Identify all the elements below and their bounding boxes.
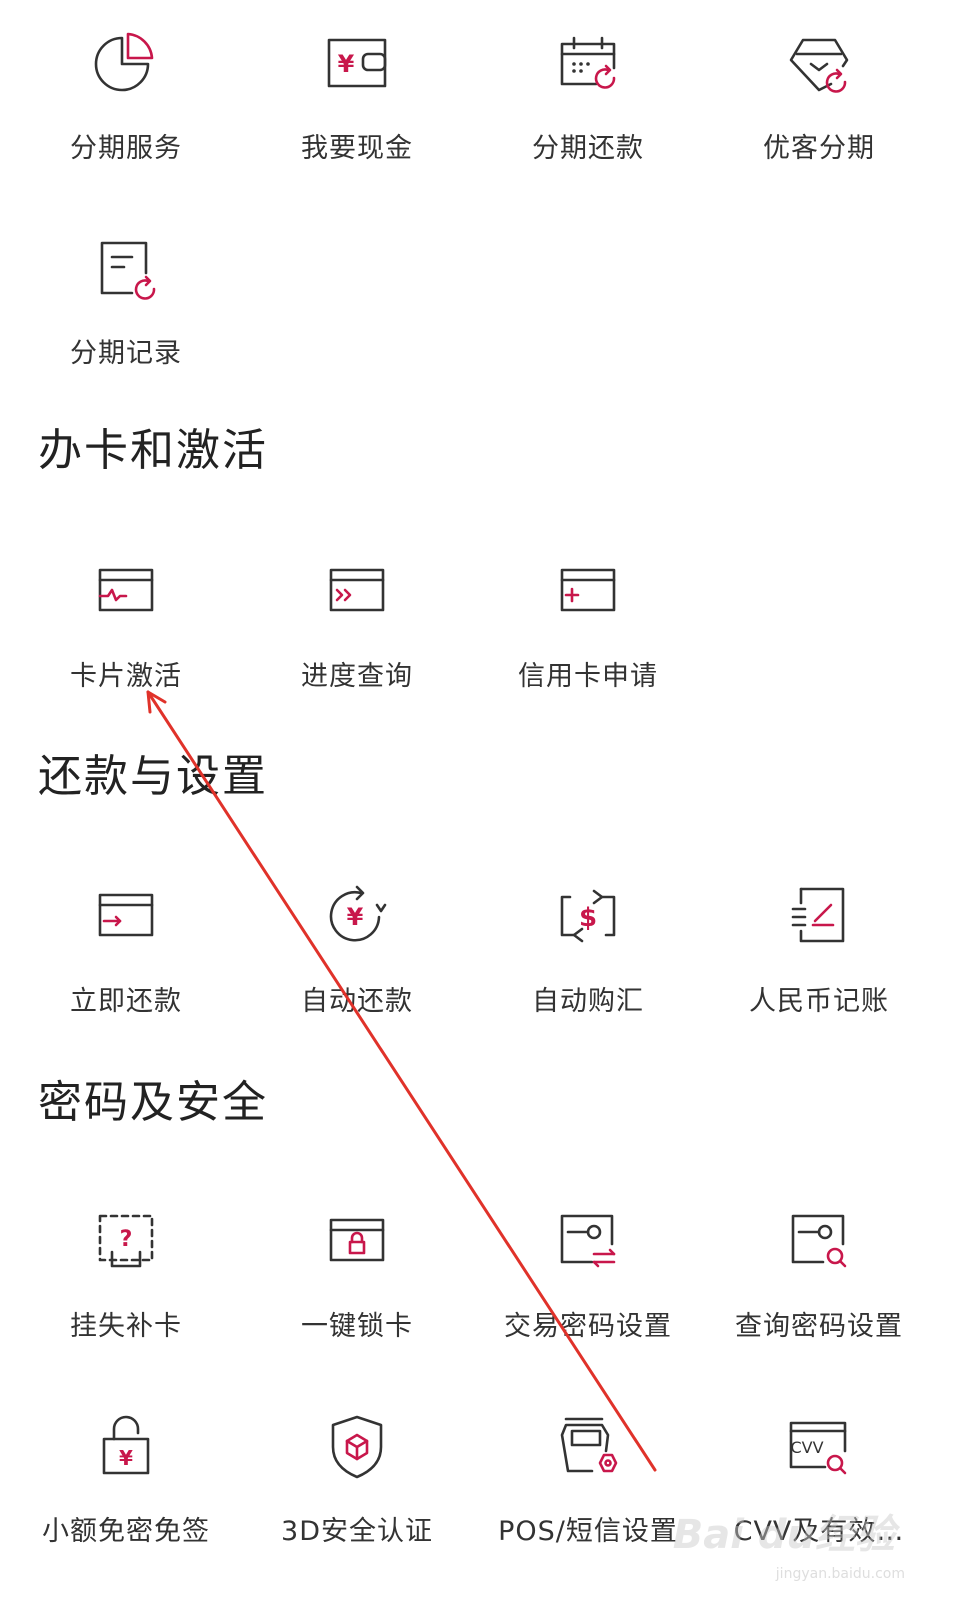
item-youke-installment[interactable]: 优客分期 <box>699 12 939 182</box>
item-label: 挂失补卡 <box>70 1311 182 1342</box>
svg-text:$: $ <box>579 903 597 933</box>
item-label: 自动购汇 <box>532 986 644 1017</box>
pie-chart-icon <box>94 32 154 92</box>
item-installment-records[interactable]: 分期记录 <box>6 217 246 387</box>
card-forward-icon <box>329 568 385 612</box>
section-title-password-security: 密码及安全 <box>38 1077 268 1128</box>
item-card-activation[interactable]: 卡片激活 <box>6 540 246 710</box>
watermark: Bai du经验 <box>672 1512 895 1558</box>
item-label: 分期记录 <box>70 338 182 369</box>
item-label: 优客分期 <box>763 133 875 164</box>
item-label: 卡片激活 <box>70 661 182 692</box>
item-one-click-lock[interactable]: 一键锁卡 <box>237 1190 477 1360</box>
item-small-password-free[interactable]: ¥ 小额免密免签 <box>6 1395 246 1565</box>
svg-text:¥: ¥ <box>338 50 355 78</box>
svg-text:?: ? <box>120 1227 133 1252</box>
yuan-cycle-icon: ¥ <box>329 885 387 942</box>
padlock-yuan-icon: ¥ <box>102 1415 150 1475</box>
item-label: 我要现金 <box>301 133 413 164</box>
item-label: 分期还款 <box>532 133 644 164</box>
item-label: 自动还款 <box>301 986 413 1017</box>
item-label: 一键锁卡 <box>301 1311 413 1342</box>
item-query-password[interactable]: 查询密码设置 <box>699 1190 939 1360</box>
item-label: 交易密码设置 <box>504 1311 672 1342</box>
card-pulse-icon <box>98 568 154 612</box>
watermark-url: jingyan.baidu.com <box>775 1566 905 1582</box>
svg-text:¥: ¥ <box>119 1446 133 1470</box>
wallet-yuan-icon: ¥ <box>327 38 387 88</box>
diamond-refresh-icon <box>789 38 849 93</box>
section-title-card-activation: 办卡和激活 <box>38 425 268 476</box>
svg-text:¥: ¥ <box>347 903 364 931</box>
svg-text:CVV: CVV <box>790 1438 823 1457</box>
item-report-loss[interactable]: ? 挂失补卡 <box>6 1190 246 1360</box>
item-credit-card-application[interactable]: 信用卡申请 <box>468 540 708 710</box>
item-auto-repay[interactable]: ¥ 自动还款 <box>237 865 477 1035</box>
card-lock-icon <box>329 1218 385 1262</box>
section-title-repayment-settings: 还款与设置 <box>38 751 268 802</box>
item-auto-forex[interactable]: $ 自动购汇 <box>468 865 708 1035</box>
item-label: 3D安全认证 <box>281 1516 433 1547</box>
item-label: POS/短信设置 <box>498 1516 678 1547</box>
key-search-icon <box>791 1214 847 1268</box>
dollar-exchange-icon: $ <box>560 889 616 943</box>
key-exchange-icon <box>560 1214 616 1268</box>
shield-cube-icon <box>331 1415 383 1479</box>
cvv-search-icon: CVV <box>789 1421 847 1475</box>
card-question-icon: ? <box>98 1214 154 1268</box>
item-label: 进度查询 <box>301 661 413 692</box>
calendar-refresh-icon <box>560 36 616 89</box>
item-installment-service[interactable]: 分期服务 <box>6 12 246 182</box>
item-repay-now[interactable]: 立即还款 <box>6 865 246 1035</box>
item-label: 小额免密免签 <box>42 1516 210 1547</box>
item-label: 立即还款 <box>70 986 182 1017</box>
card-plus-icon <box>560 568 616 612</box>
item-label: 人民币记账 <box>749 986 889 1017</box>
item-3d-secure[interactable]: 3D安全认证 <box>237 1395 477 1565</box>
item-label: 查询密码设置 <box>735 1311 903 1342</box>
ledger-pen-icon <box>791 887 845 943</box>
item-transaction-password[interactable]: 交易密码设置 <box>468 1190 708 1360</box>
item-progress-query[interactable]: 进度查询 <box>237 540 477 710</box>
item-rmb-ledger[interactable]: 人民币记账 <box>699 865 939 1035</box>
item-get-cash[interactable]: ¥ 我要现金 <box>237 12 477 182</box>
document-refresh-icon <box>100 241 156 300</box>
item-label: 信用卡申请 <box>518 661 658 692</box>
card-arrow-icon <box>98 893 154 937</box>
pos-terminal-icon <box>560 1417 618 1473</box>
item-installment-repayment[interactable]: 分期还款 <box>468 12 708 182</box>
item-label: 分期服务 <box>70 133 182 164</box>
